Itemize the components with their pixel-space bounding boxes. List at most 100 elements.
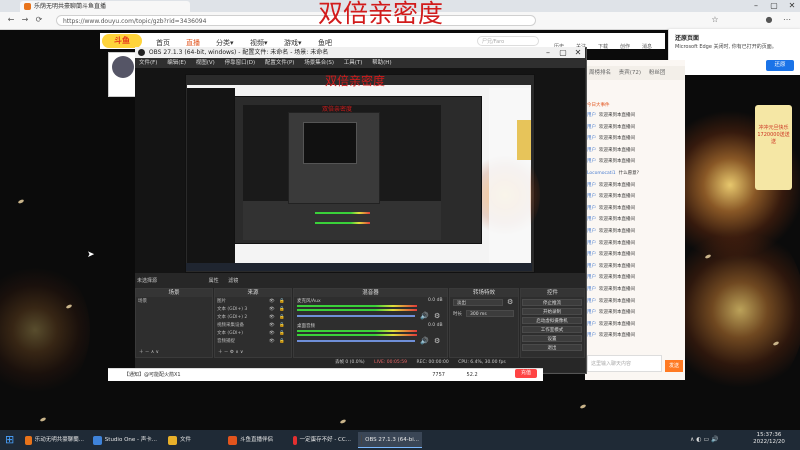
more-menu-icon[interactable]: ⋯	[782, 15, 792, 25]
obs-minimize-icon[interactable]: –	[540, 47, 556, 58]
source-add-icon[interactable]: ＋ － ⚙ ∧ ∨	[218, 349, 243, 355]
maximize-icon[interactable]: ▢	[766, 0, 782, 12]
chat-username[interactable]: 用户	[587, 333, 596, 338]
chat-username[interactable]: 用户	[587, 275, 596, 280]
lock-icon[interactable]: 🔒	[279, 306, 285, 313]
lock-icon[interactable]: 🔒	[279, 314, 285, 321]
menu-edit[interactable]: 编辑(E)	[167, 60, 186, 66]
duration-input[interactable]: 300 ms	[466, 310, 514, 317]
site-search-input[interactable]: 尸兄/Faro	[477, 36, 539, 46]
scene-item[interactable]: 场景	[138, 298, 147, 305]
chat-username[interactable]: 用户	[587, 206, 596, 211]
source-item[interactable]: 文本 (GDI+) 👁 🔒	[217, 330, 285, 337]
lock-icon[interactable]: 🔒	[279, 330, 285, 337]
url-input[interactable]: https://www.douyu.com/topic/gzb?rid=3436…	[56, 15, 536, 26]
lock-icon[interactable]: 🔒	[279, 322, 285, 329]
source-item[interactable]: 音频捕捉 👁 🔒	[217, 338, 285, 345]
menu-scene-collection[interactable]: 场景集合(S)	[304, 60, 334, 66]
tab-rank[interactable]: 周榜排名	[589, 70, 611, 76]
source-item[interactable]: 文本 (GDI+) 3 👁 🔒	[217, 306, 285, 313]
source-item[interactable]: 视频采集设备 👁 🔒	[217, 322, 285, 329]
chat-input[interactable]: 这里输入聊天内容	[587, 355, 662, 372]
recharge-button[interactable]: 充值	[515, 369, 537, 378]
tab-vip[interactable]: 贵宾(72)	[619, 70, 641, 76]
chat-username[interactable]: 用户	[587, 148, 596, 153]
taskbar-app-button[interactable]: Studio One - 声卡...	[90, 432, 160, 448]
studio-mode-button[interactable]: 工作室模式	[522, 326, 582, 333]
chat-username[interactable]: 用户	[587, 125, 596, 130]
taskbar-app-button[interactable]: 一定蛋存不好 - CC...	[290, 432, 354, 448]
mixer-gear-icon[interactable]: ⚙	[434, 312, 440, 320]
transition-select[interactable]: 淡出	[453, 299, 503, 306]
properties-button[interactable]: 属性	[209, 278, 219, 284]
virtual-camera-button[interactable]: 启动虚拟摄像机	[522, 317, 582, 324]
stop-streaming-button[interactable]: 停止推流	[522, 299, 582, 306]
menu-view[interactable]: 视图(V)	[196, 60, 215, 66]
chat-username[interactable]: 用户	[587, 229, 596, 234]
taskbar-app-button[interactable]: 乐动无明共豪聊蘭...	[22, 432, 87, 448]
menu-profile[interactable]: 配置文件(P)	[265, 60, 295, 66]
streamer-avatar[interactable]	[112, 56, 134, 78]
chat-username[interactable]: 用户	[587, 136, 596, 141]
taskbar-app-button[interactable]: 文件	[165, 432, 220, 448]
visibility-eye-icon[interactable]: 👁	[269, 322, 275, 329]
back-arrow-icon[interactable]: ←	[6, 15, 16, 25]
exit-button[interactable]: 退出	[522, 344, 582, 351]
menu-tools[interactable]: 工具(T)	[344, 60, 363, 66]
chat-send-button[interactable]: 发送	[665, 360, 683, 372]
scene-add-icon[interactable]: ＋ － ∧ ∨	[139, 349, 159, 355]
close-icon[interactable]: ✕	[784, 0, 800, 12]
taskbar-app-button[interactable]: OBS 27.1.3 (64-bi...	[358, 432, 422, 448]
download-icon[interactable]: 下载	[592, 43, 614, 50]
settings-button[interactable]: 设置	[522, 335, 582, 342]
windows-start-icon[interactable]: ⊞	[5, 434, 17, 446]
visibility-eye-icon[interactable]: 👁	[269, 338, 275, 345]
visibility-eye-icon[interactable]: 👁	[269, 330, 275, 337]
chat-username[interactable]: 用户	[587, 217, 596, 222]
obs-maximize-icon[interactable]: ▢	[555, 47, 571, 58]
taskbar-app-button[interactable]: 斗鱼直播伴侣	[225, 432, 285, 448]
visibility-eye-icon[interactable]: 👁	[269, 306, 275, 313]
chat-username[interactable]: 用户	[587, 159, 596, 164]
system-clock[interactable]: 15:37:36 2022/12/20	[744, 432, 794, 446]
chat-username[interactable]: 用户	[587, 113, 596, 118]
start-recording-button[interactable]: 开始录制	[522, 308, 582, 315]
chat-username[interactable]: Locomocati1	[587, 171, 616, 176]
system-tray-icons[interactable]: ∧ ◐ ▭ 🔊	[690, 436, 719, 443]
side-promo-banner[interactable]	[755, 105, 792, 190]
profile-avatar-icon[interactable]: ●	[764, 15, 774, 25]
chat-username[interactable]: 用户	[587, 287, 596, 292]
refresh-icon[interactable]: ⟳	[34, 15, 44, 25]
speaker-icon[interactable]: 🔊	[420, 312, 429, 320]
favorites-star-icon[interactable]: ☆	[710, 15, 720, 25]
restore-button[interactable]: 还原	[766, 60, 794, 71]
chat-username[interactable]: 用户	[587, 299, 596, 304]
tab-fans[interactable]: 粉丝团	[649, 70, 666, 76]
douyu-logo[interactable]: 斗鱼	[102, 34, 142, 48]
lock-icon[interactable]: 🔒	[279, 338, 285, 345]
visibility-eye-icon[interactable]: 👁	[269, 314, 275, 321]
visibility-eye-icon[interactable]: 👁	[269, 298, 275, 305]
mixer-gear-icon[interactable]: ⚙	[434, 337, 440, 345]
message-icon[interactable]: 消息	[636, 43, 658, 50]
chat-username[interactable]: 用户	[587, 194, 596, 199]
minimize-icon[interactable]: –	[748, 0, 764, 12]
chat-username[interactable]: 用户	[587, 322, 596, 327]
obs-close-icon[interactable]: ✕	[570, 47, 586, 58]
source-item[interactable]: 图片 👁 🔒	[217, 298, 285, 305]
chat-username[interactable]: 用户	[587, 241, 596, 246]
mic-volume-slider[interactable]	[297, 315, 415, 317]
lock-icon[interactable]: 🔒	[279, 298, 285, 305]
create-icon[interactable]: 创作	[614, 43, 636, 50]
chat-username[interactable]: 用户	[587, 183, 596, 188]
menu-file[interactable]: 文件(F)	[139, 60, 157, 66]
chat-username[interactable]: 用户	[587, 252, 596, 257]
forward-arrow-icon[interactable]: →	[20, 15, 30, 25]
chat-username[interactable]: 用户	[587, 264, 596, 269]
browser-tab[interactable]: 乐荫无明共豪聊蘭斗鱼直播	[20, 1, 190, 12]
menu-help[interactable]: 帮助(H)	[372, 60, 391, 66]
source-item[interactable]: 文本 (GDI+) 2 👁 🔒	[217, 314, 285, 321]
filters-button[interactable]: 滤镜	[228, 278, 238, 284]
menu-docks[interactable]: 停靠窗口(D)	[225, 60, 256, 66]
speaker-icon[interactable]: 🔊	[420, 337, 429, 345]
